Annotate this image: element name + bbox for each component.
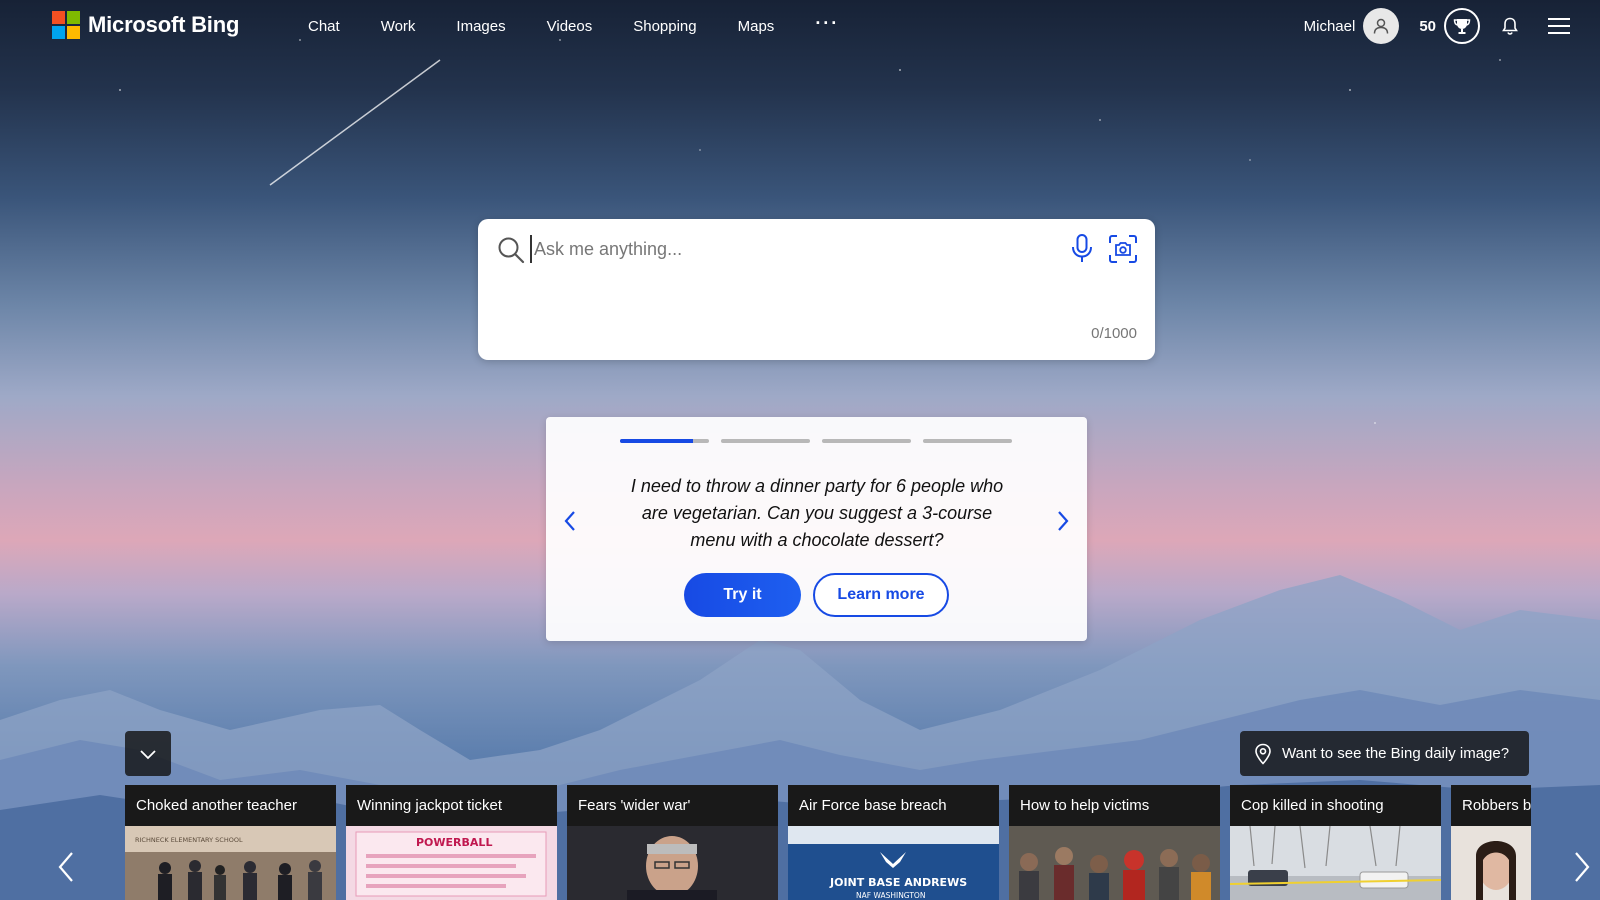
news-title: Choked another teacher [125,785,336,826]
news-title: Robbers be [1451,785,1531,826]
nav-shopping[interactable]: Shopping [633,18,696,35]
bell-icon [1502,17,1518,35]
trophy-icon [1453,19,1471,34]
notifications-button[interactable] [1498,14,1522,38]
collapse-feed-button[interactable] [125,731,171,776]
chevron-down-icon [140,749,156,759]
progress-segment[interactable] [923,439,1012,443]
news-card[interactable]: Air Force base breach JOINT BASE ANDREWS… [788,785,999,900]
user-icon [1374,18,1389,34]
news-thumbnail-portrait [567,826,778,900]
suggestion-carousel: I need to throw a dinner party for 6 peo… [546,417,1087,641]
microphone-icon[interactable] [1069,233,1095,265]
news-thumbnail-ticket: POWERBALL [346,826,557,900]
news-card[interactable]: Choked another teacher RICHNECK ELEMENTA… [125,785,336,900]
nav-videos[interactable]: Videos [547,18,593,35]
news-title: Winning jackpot ticket [346,785,557,826]
news-title: How to help victims [1009,785,1220,826]
news-strip: Choked another teacher RICHNECK ELEMENTA… [125,785,1531,900]
nav-images[interactable]: Images [456,18,505,35]
news-thumbnail-woman [1451,826,1531,900]
hamburger-menu-icon [1548,18,1570,34]
news-thumbnail-crowd [1009,826,1220,900]
rewards-points[interactable]: 50 [1419,18,1436,35]
top-header: Microsoft Bing Chat Work Images Videos S… [0,0,1600,52]
daily-image-button[interactable]: Want to see the Bing daily image? [1240,731,1529,776]
character-counter: 0/1000 [1091,325,1137,342]
avatar[interactable] [1363,8,1400,44]
news-card[interactable]: Winning jackpot ticket POWERBALL [346,785,557,900]
header-account-area: Michael 50 [1304,8,1572,44]
progress-segment[interactable] [822,439,911,443]
progress-segment[interactable] [620,439,709,443]
news-thumbnail-school: RICHNECK ELEMENTARY SCHOOL [125,826,336,900]
search-box: 0/1000 [478,219,1155,360]
nav-maps[interactable]: Maps [738,18,775,35]
settings-menu-button[interactable] [1546,13,1572,39]
news-prev-chevron-icon[interactable] [56,850,76,884]
news-card[interactable]: How to help victims [1009,785,1220,900]
user-name[interactable]: Michael [1304,18,1356,35]
nav-more-button[interactable]: ··· [815,13,839,34]
news-title: Air Force base breach [788,785,999,826]
bing-logo[interactable]: Microsoft Bing [52,11,239,39]
microsoft-logo-icon [52,11,80,39]
visual-search-icon[interactable] [1107,233,1139,265]
rewards-button[interactable] [1444,8,1480,44]
nav-work[interactable]: Work [381,18,416,35]
carousel-next-chevron-icon[interactable] [1055,509,1071,533]
sign-text-line2: NAF WASHINGTON [856,891,925,900]
sign-text-line1: JOINT BASE ANDREWS [829,876,967,889]
carousel-progress [620,439,1012,443]
news-thumbnail-street [1230,826,1441,900]
news-card[interactable]: Cop killed in shooting [1230,785,1441,900]
nav-chat[interactable]: Chat [308,18,340,35]
main-nav: Chat Work Images Videos Shopping Maps ··… [308,13,880,35]
brand-name: Microsoft Bing [88,12,240,37]
suggestion-prompt: I need to throw a dinner party for 6 peo… [630,476,1004,550]
progress-segment[interactable] [721,439,810,443]
learn-more-button[interactable]: Learn more [813,573,949,617]
news-card[interactable]: Fears 'wider war' [567,785,778,900]
ticket-logo-text: POWERBALL [416,836,492,849]
school-sign-text: RICHNECK ELEMENTARY SCHOOL [135,836,243,844]
news-thumbnail-sign: JOINT BASE ANDREWS NAF WASHINGTON [788,826,999,900]
location-pin-icon [1255,743,1271,765]
news-title: Cop killed in shooting [1230,785,1441,826]
daily-image-label: Want to see the Bing daily image? [1282,745,1510,762]
search-icon [498,237,525,264]
news-card[interactable]: Robbers be [1451,785,1531,900]
news-title: Fears 'wider war' [567,785,778,826]
news-next-chevron-icon[interactable] [1572,850,1592,884]
carousel-prev-chevron-icon[interactable] [562,509,578,533]
try-it-button[interactable]: Try it [684,573,801,617]
search-input[interactable] [530,235,1030,263]
